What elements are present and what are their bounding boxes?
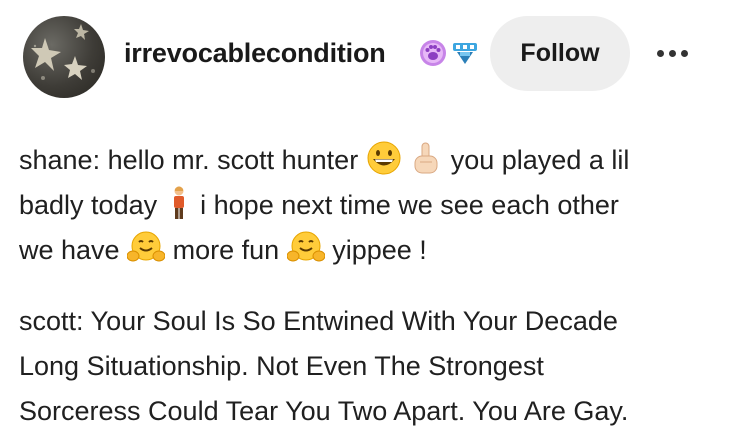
text-line: shane: hello mr. scott hunter you played… <box>19 138 719 183</box>
avatar[interactable] <box>23 16 105 98</box>
post-body: shane: hello mr. scott hunter you played… <box>19 138 719 434</box>
username[interactable]: irrevocablecondition <box>124 38 386 69</box>
paragraph-scott: scott: Your Soul Is So Entwined With You… <box>19 299 719 434</box>
grinning-face-icon <box>366 140 402 176</box>
text-fragment: badly today <box>19 190 158 220</box>
text-fragment: you played a lil <box>450 145 630 175</box>
post-header: irrevocablecondition Follow <box>0 0 736 110</box>
ellipsis-dot <box>668 49 676 57</box>
text-line: Long Situationship. Not Even The Stronge… <box>19 351 544 381</box>
hugging-face-icon <box>127 230 166 266</box>
index-pointing-up-icon <box>409 140 443 176</box>
paragraph-shane: shane: hello mr. scott hunter you played… <box>19 138 719 273</box>
text-fragment: more fun <box>172 235 280 265</box>
ellipsis-dot <box>656 49 664 57</box>
text-line: Sorceress Could Tear You Two Apart. You … <box>19 396 629 426</box>
text-fragment: we have <box>19 235 120 265</box>
follow-button[interactable]: Follow <box>490 16 630 91</box>
text-line: badly today i hope next time we see each… <box>19 183 719 228</box>
badges <box>418 38 480 68</box>
blue-ribbon-badge-icon[interactable] <box>450 38 480 68</box>
text-fragment: i hope next time we see each other <box>200 190 619 220</box>
text-fragment: yippee ! <box>332 235 427 265</box>
ellipsis-icon[interactable] <box>650 36 694 70</box>
text-fragment: shane: hello mr. scott hunter <box>19 145 359 175</box>
text-line: scott: Your Soul Is So Entwined With You… <box>19 306 618 336</box>
person-standing-icon <box>165 185 193 221</box>
hugging-face-icon <box>286 230 325 266</box>
paw-badge-icon[interactable] <box>418 38 448 68</box>
ellipsis-dot <box>680 49 688 57</box>
text-line: we have more fun yippee ! <box>19 228 719 273</box>
